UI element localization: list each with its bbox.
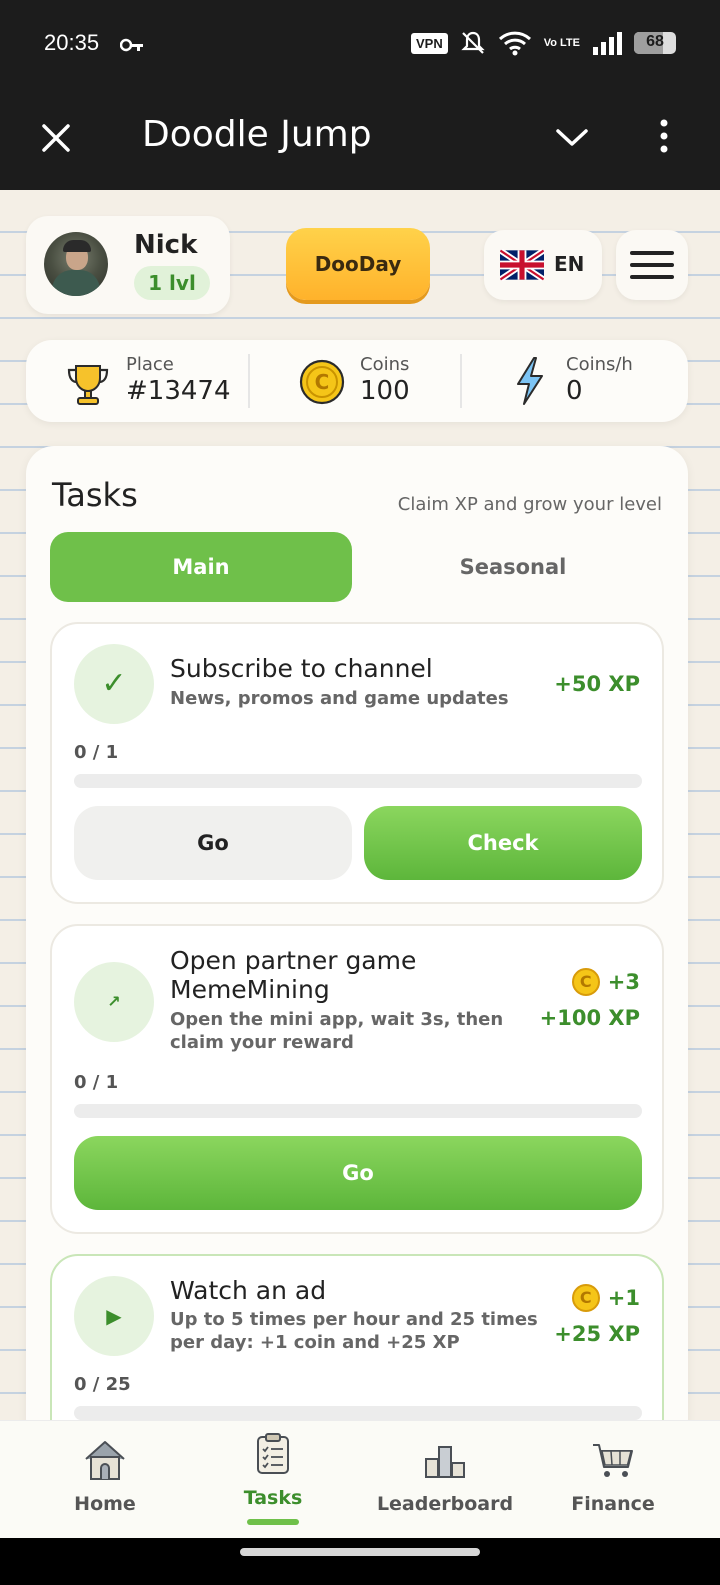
tab-seasonal[interactable]: Seasonal (362, 532, 664, 602)
task-title: Open partner game MemeMining (170, 946, 417, 1004)
task-title: Subscribe to channel (170, 654, 433, 683)
coins-value: 100 (360, 376, 410, 406)
reward-coins-value: +1 (607, 1286, 640, 1310)
lightning-icon (517, 357, 543, 405)
menu-button[interactable] (616, 230, 688, 300)
nav-label: Finance (571, 1493, 655, 1515)
stat-coins: C Coins 100 (298, 350, 468, 412)
shopping-cart-icon (593, 1444, 633, 1477)
level-badge: 1 lvl (134, 266, 210, 300)
task-reward-xp: +25 XP (554, 1322, 640, 1346)
notifications-off-icon (461, 31, 485, 54)
tab-main[interactable]: Main (50, 532, 352, 602)
task-reward-xp: +100 XP (539, 1006, 640, 1030)
chevron-down-icon[interactable] (554, 122, 590, 152)
tasks-panel: Tasks Claim XP and grow your level Main … (26, 446, 688, 1420)
task-description: News, promos and game updates (170, 688, 509, 709)
more-vert-icon[interactable] (654, 116, 674, 156)
task-card-subscribe: ✓ Subscribe to channel News, promos and … (50, 622, 664, 904)
stats-card: Place #13474 C Coins 100 Coins/h 0 (26, 340, 688, 422)
leaderboard-icon (425, 1446, 465, 1478)
status-bar: 20:35 VPN Vo LTE 68 (0, 0, 720, 92)
place-value: #13474 (126, 376, 231, 406)
tasks-title: Tasks (52, 476, 138, 514)
coin-icon: C (299, 359, 345, 405)
task-reward-coins: C +1 (571, 1284, 640, 1312)
stat-place: Place #13474 (64, 350, 254, 412)
nav-tasks[interactable]: Tasks (208, 1421, 338, 1539)
volte-indicator: Vo LTE (543, 36, 580, 49)
nav-leaderboard[interactable]: Leaderboard (370, 1421, 520, 1539)
menu-icon (630, 251, 674, 255)
battery-level: 68 (646, 33, 664, 50)
system-nav-area (0, 1538, 720, 1585)
bottom-nav: Home Tasks Leaderboard Finance (0, 1420, 720, 1538)
task-reward-coins: C +3 (571, 968, 640, 996)
status-time: 20:35 (44, 30, 100, 55)
active-tab-indicator (247, 1519, 299, 1525)
coin-icon: C (571, 968, 600, 996)
task-description: Open the mini app, wait 3s, then claim y… (170, 1009, 504, 1053)
play-icon: ▶ (74, 1276, 154, 1356)
wifi-icon (498, 31, 531, 56)
stat-coins-per-hour: Coins/h 0 (512, 350, 682, 412)
coins-label: Coins (360, 354, 410, 375)
avatar (44, 232, 108, 296)
home-icon (85, 1441, 125, 1480)
profile-card[interactable]: Nick 1 lvl (26, 216, 230, 314)
place-label: Place (126, 354, 174, 375)
rate-value: 0 (566, 376, 583, 406)
go-button[interactable]: Go (74, 1136, 642, 1210)
dooday-button[interactable]: DooDay (286, 228, 430, 300)
external-arrow-icon: ↗ (74, 962, 154, 1042)
go-button[interactable]: Go (74, 806, 352, 880)
vpn-key-icon (120, 38, 143, 52)
close-icon[interactable] (36, 118, 76, 158)
coin-icon: C (571, 1284, 600, 1312)
nav-label: Tasks (243, 1487, 303, 1509)
app-title: Doodle Jump (142, 114, 372, 155)
nav-home[interactable]: Home (40, 1421, 170, 1539)
task-card-watch-ad: ▶ Watch an ad Up to 5 times per hour and… (50, 1254, 664, 1420)
task-progress-bar (74, 774, 642, 788)
rate-label: Coins/h (566, 354, 633, 375)
language-code: EN (554, 252, 585, 276)
vpn-badge: VPN (411, 32, 448, 54)
signal-icon (593, 32, 622, 55)
content-area: Nick 1 lvl DooDay EN Place #13474 C Coin… (0, 190, 720, 1420)
task-progress-label: 0 / 1 (74, 742, 119, 763)
reward-coins-value: +3 (607, 970, 640, 994)
task-progress-bar (74, 1104, 642, 1118)
nav-label: Home (74, 1493, 136, 1515)
check-icon: ✓ (74, 644, 154, 724)
home-indicator[interactable] (240, 1548, 480, 1556)
profile-name: Nick (134, 230, 198, 260)
task-reward-xp: +50 XP (554, 672, 640, 696)
task-progress-label: 0 / 25 (74, 1374, 131, 1395)
trophy-icon (67, 365, 109, 405)
svg-text:C: C (315, 370, 330, 394)
task-card-partner-game: ↗ Open partner game MemeMining Open the … (50, 924, 664, 1234)
tasks-subtitle: Claim XP and grow your level (397, 494, 662, 515)
tasks-clipboard-icon (257, 1433, 289, 1474)
task-title: Watch an ad (170, 1276, 327, 1305)
task-progress-bar (74, 1406, 642, 1420)
nav-label: Leaderboard (376, 1493, 514, 1515)
check-button[interactable]: Check (364, 806, 642, 880)
title-bar: Doodle Jump (0, 92, 720, 190)
nav-finance[interactable]: Finance (548, 1421, 678, 1539)
task-description: Up to 5 times per hour and 25 times per … (170, 1309, 538, 1353)
language-button[interactable]: EN (484, 230, 602, 300)
uk-flag-icon (500, 249, 544, 281)
battery-indicator: 68 (634, 32, 676, 54)
task-progress-label: 0 / 1 (74, 1072, 119, 1093)
